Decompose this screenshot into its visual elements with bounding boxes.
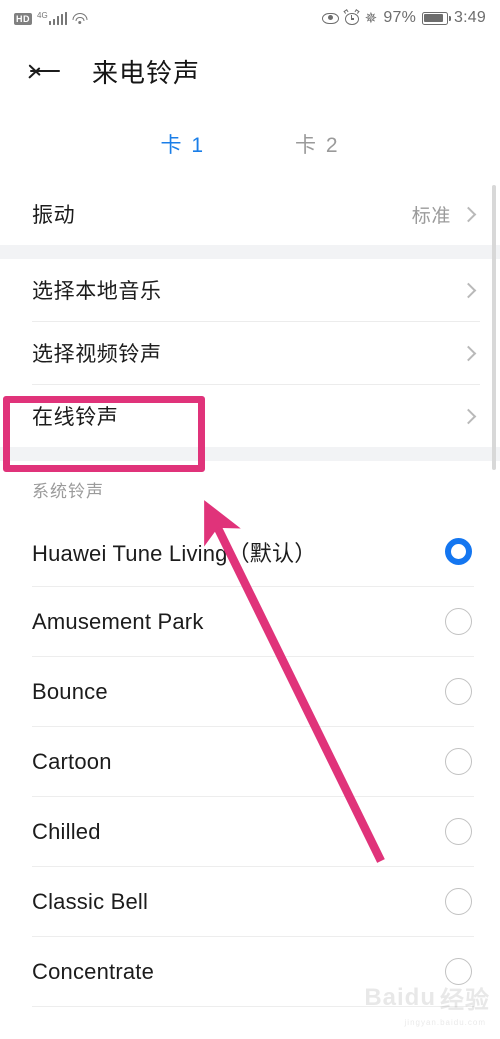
radio-button[interactable]	[445, 678, 472, 705]
list-item[interactable]: Bounce	[0, 657, 500, 726]
list-item[interactable]: Cartoon	[0, 727, 500, 796]
row-select-video-ringtone[interactable]: 选择视频铃声	[0, 322, 500, 384]
alarm-clock-icon	[343, 9, 360, 25]
radio-button-selected[interactable]	[445, 538, 472, 565]
list-item[interactable]: Huawei Tune Living（默认）	[0, 517, 500, 586]
bluetooth-icon: ✵	[364, 10, 378, 27]
ringtone-name: Classic Bell	[32, 888, 149, 914]
chevron-right-icon	[460, 345, 477, 361]
watermark-text: Baidu	[364, 983, 436, 1011]
back-arrow-icon[interactable]	[28, 58, 62, 84]
ringtone-name: Chilled	[32, 818, 101, 844]
radio-button[interactable]	[445, 608, 472, 635]
tab-sim-2[interactable]: 卡 2	[289, 125, 346, 183]
chevron-right-icon	[460, 206, 477, 222]
network-type-label: 4G	[37, 11, 48, 20]
ringtone-name: Amusement Park	[32, 608, 204, 634]
scrollbar-thumb[interactable]	[492, 185, 496, 470]
row-select-video-ringtone-label: 选择视频铃声	[32, 343, 162, 366]
clock-label: 3:49	[454, 9, 486, 26]
status-bar: HD 4G ✵ 97% 3:49	[0, 0, 500, 36]
row-select-local-music[interactable]: 选择本地音乐	[0, 259, 500, 321]
list-item[interactable]: Classic Bell	[0, 867, 500, 936]
signal-bars-icon: 4G	[37, 11, 68, 25]
radio-button[interactable]	[445, 748, 472, 775]
ringtone-name: Huawei Tune Living（默认）	[32, 540, 317, 566]
status-bar-right: ✵ 97% 3:49	[321, 9, 486, 27]
row-vibration[interactable]: 振动 标准	[0, 183, 500, 245]
row-vibration-value: 标准	[411, 205, 451, 227]
chevron-right-icon	[460, 282, 477, 298]
battery-percent-label: 97%	[383, 9, 417, 26]
ringtone-name: Cartoon	[32, 748, 112, 774]
ringtone-name: Bounce	[32, 678, 108, 704]
system-ringtones-header: 系统铃声	[0, 461, 500, 517]
page-header: 来电铃声	[0, 40, 500, 102]
sim-tabs: 卡 1 卡 2	[0, 125, 500, 192]
radio-button[interactable]	[445, 818, 472, 845]
list-item[interactable]: Chilled	[0, 797, 500, 866]
settings-list: 振动 标准 选择本地音乐 选择视频铃声 在线铃声 系统铃声 Huawei Tun…	[0, 183, 500, 1039]
row-online-ringtone-label: 在线铃声	[32, 406, 119, 429]
system-ringtones-card: 系统铃声 Huawei Tune Living（默认） Amusement Pa…	[0, 461, 500, 1007]
watermark-subtext: jingyan.baidu.com	[404, 1018, 486, 1027]
page-title: 来电铃声	[92, 57, 201, 88]
tab-sim-1-label: 卡 1	[160, 134, 205, 157]
status-bar-left: HD 4G	[14, 11, 88, 25]
section-gap	[0, 245, 500, 259]
vibration-card: 振动 标准	[0, 183, 500, 245]
watermark: Baidu 经验	[364, 980, 490, 1015]
list-item[interactable]: Amusement Park	[0, 587, 500, 656]
signal-bars-glyph	[48, 12, 68, 25]
battery-icon	[422, 11, 452, 25]
hd-icon: HD	[14, 13, 32, 25]
ringtone-source-card: 选择本地音乐 选择视频铃声 在线铃声	[0, 259, 500, 447]
eye-comfort-icon	[321, 12, 339, 24]
watermark-suffix: 经验	[440, 987, 490, 1014]
chevron-right-icon	[460, 408, 477, 424]
row-vibration-label: 振动	[32, 204, 76, 227]
phone-screen: HD 4G ✵ 97% 3:49 来电铃声 卡 1 卡 2 振动 标准 选择本地…	[0, 0, 500, 1039]
row-select-local-music-label: 选择本地音乐	[32, 280, 162, 303]
tab-sim-1[interactable]: 卡 1	[154, 125, 211, 192]
wifi-icon	[72, 13, 88, 25]
tab-sim-2-label: 卡 2	[295, 134, 340, 157]
row-online-ringtone[interactable]: 在线铃声	[0, 385, 500, 447]
system-ringtones-title: 系统铃声	[32, 481, 104, 501]
section-gap	[0, 447, 500, 461]
radio-button[interactable]	[445, 888, 472, 915]
